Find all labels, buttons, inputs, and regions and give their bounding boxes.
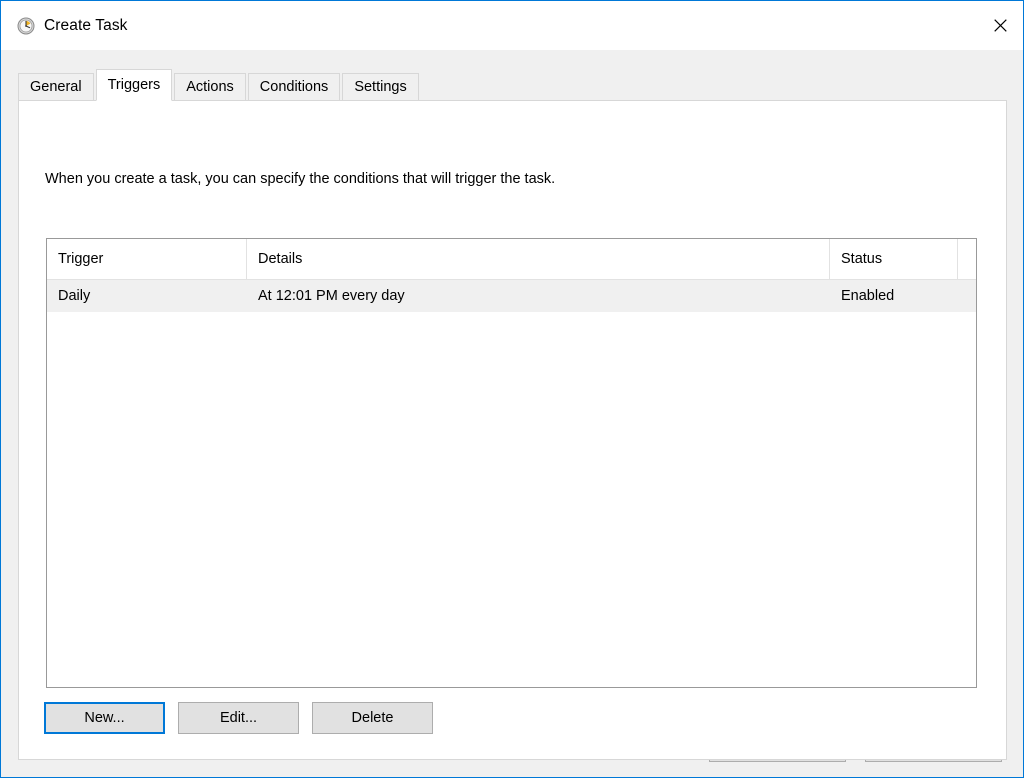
delete-trigger-button[interactable]: Delete [312,702,433,734]
column-header-filler [958,239,976,279]
tab-general-label: General [30,79,82,95]
column-header-status-label: Status [841,251,883,267]
tab-actions[interactable]: Actions [174,73,246,100]
triggers-list[interactable]: Trigger Details Status Daily At 12:01 PM… [46,238,977,688]
tab-conditions-label: Conditions [259,79,329,95]
cell-filler [958,280,976,312]
tab-general[interactable]: General [18,73,94,100]
tab-triggers-label: Triggers [107,77,161,93]
title-bar: Create Task [1,1,1023,50]
create-task-dialog: Create Task General Triggers Actions Con… [0,0,1024,778]
table-row[interactable]: Daily At 12:01 PM every day Enabled [47,280,976,312]
window-title: Create Task [44,16,128,34]
column-header-status[interactable]: Status [830,239,958,279]
tab-actions-label: Actions [186,79,234,95]
cell-trigger: Daily [58,288,91,304]
close-x-glyph [993,19,1007,32]
tab-settings[interactable]: Settings [342,73,419,100]
cell-details: At 12:01 PM every day [258,288,405,304]
tab-settings-label: Settings [354,79,407,95]
triggers-list-header: Trigger Details Status [47,239,976,280]
cell-status: Enabled [841,288,895,304]
panel-description: When you create a task, you can specify … [45,171,556,187]
new-trigger-button[interactable]: New... [44,702,165,734]
edit-trigger-button[interactable]: Edit... [178,702,299,734]
task-scheduler-clock-icon [17,17,35,34]
close-icon[interactable] [977,2,1023,50]
tab-strip: General Triggers Actions Conditions Sett… [18,69,421,101]
column-header-details-label: Details [258,251,303,267]
column-header-trigger-label: Trigger [58,251,104,267]
triggers-tab-panel: When you create a task, you can specify … [18,100,1007,760]
tab-triggers[interactable]: Triggers [95,69,173,101]
dialog-body: General Triggers Actions Conditions Sett… [1,50,1023,777]
tab-conditions[interactable]: Conditions [247,73,341,100]
column-header-trigger[interactable]: Trigger [47,239,247,279]
trigger-action-buttons: New... Edit... Delete [44,702,446,734]
column-header-details[interactable]: Details [247,239,830,279]
